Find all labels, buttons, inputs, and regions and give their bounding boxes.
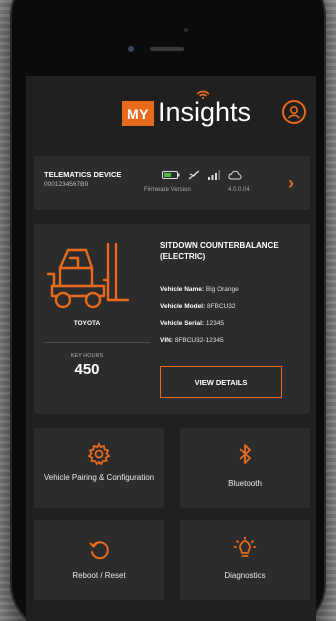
vehicle-model-row: Vehicle Model: 8FBCU32 [160, 303, 236, 310]
brand-badge: MY [122, 101, 154, 126]
status-icons [162, 169, 242, 181]
tile-label-bluetooth: Bluetooth [228, 479, 262, 488]
front-camera [128, 46, 134, 52]
telematics-device-card[interactable]: TELEMATICS DEVICE 0001234567B9 Firmware … [34, 156, 310, 210]
brand-name-text: Insights [158, 97, 252, 127]
bluetooth-tile[interactable]: Bluetooth [180, 428, 310, 508]
signal-mark-icon [196, 90, 210, 99]
tile-label-pairing: Vehicle Pairing & Configuration [43, 473, 155, 482]
app-screen: MY Insights TELEMATICS DEVICE 0001234567… [26, 76, 316, 621]
vehicle-pairing-tile[interactable]: Vehicle Pairing & Configuration [34, 428, 164, 508]
telematics-title: TELEMATICS DEVICE [44, 170, 122, 179]
bluetooth-icon [239, 444, 251, 464]
vehicle-name-label: Vehicle Name: [160, 286, 205, 293]
reboot-icon [89, 541, 109, 560]
chevron-right-icon[interactable]: › [288, 174, 294, 192]
tile-label-diagnostics: Diagnostics [224, 571, 266, 580]
vehicle-type: SITDOWN COUNTERBALANCE (ELECTRIC) [160, 241, 279, 261]
vehicle-model-label: Vehicle Model: [160, 303, 206, 310]
user-silhouette-icon [287, 106, 301, 119]
brand-name: Insights [158, 90, 252, 127]
firmware-value: 4.0.0.04 [228, 187, 250, 193]
vehicle-make: TOYOTA [73, 320, 101, 327]
vehicle-name-row: Vehicle Name: Big Orange [160, 286, 239, 293]
vehicle-serial-label: Vehicle Serial: [160, 320, 205, 327]
vehicle-model-value: 8FBCU32 [206, 303, 236, 310]
sensor-dot [184, 28, 188, 32]
telematics-device-id: 0001234567B9 [44, 181, 89, 188]
forklift-icon [46, 242, 130, 309]
battery-icon [162, 171, 180, 179]
key-hours-value: 450 [74, 361, 100, 378]
diagnostics-tile[interactable]: Diagnostics [180, 520, 310, 600]
firmware-label: Firmware Version [144, 187, 191, 193]
vehicle-serial-value: 12345 [205, 320, 224, 327]
earpiece-speaker [150, 47, 184, 51]
vehicle-serial-row: Vehicle Serial: 12345 [160, 320, 224, 327]
gear-icon [87, 442, 111, 466]
reboot-reset-tile[interactable]: Reboot / Reset [34, 520, 164, 600]
signal-bars-icon [208, 170, 220, 180]
vin-value: 8FBCU32-12345 [174, 337, 224, 344]
user-profile-icon[interactable] [282, 100, 306, 124]
app-logo: MY Insights [122, 90, 252, 127]
vehicle-card: TOYOTA KEY HOURS 450 SITDOWN COUNTERBALA… [34, 224, 310, 414]
view-details-button[interactable]: VIEW DETAILS [160, 366, 282, 398]
vehicle-name-value: Big Orange [205, 286, 239, 293]
gps-off-icon [188, 170, 200, 180]
tile-label-reboot: Reboot / Reset [72, 571, 126, 580]
diagnostics-icon [233, 536, 257, 557]
vin-row: VIN: 8FBCU32-12345 [160, 337, 224, 344]
vin-label: VIN: [160, 337, 173, 344]
divider [44, 342, 150, 343]
key-hours-label: KEY HOURS [70, 353, 104, 359]
cloud-icon [228, 170, 242, 180]
